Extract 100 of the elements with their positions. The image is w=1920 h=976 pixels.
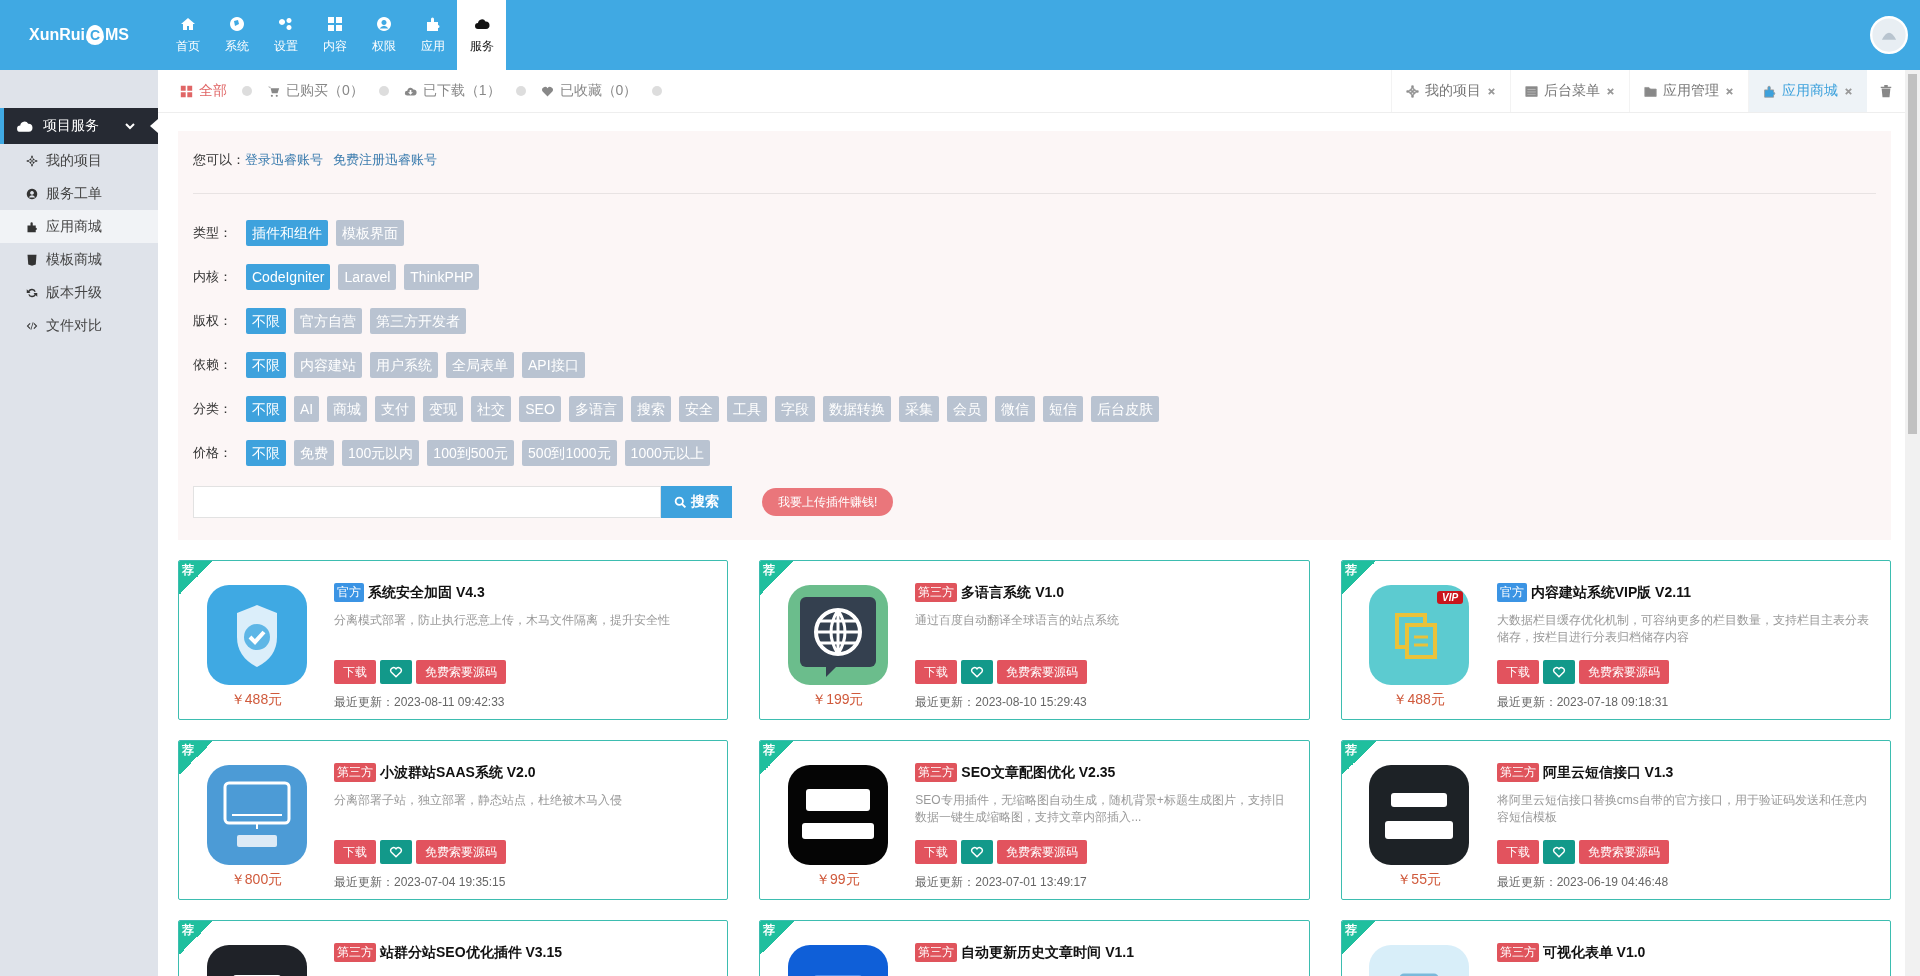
favorite-button[interactable] <box>380 840 412 864</box>
filter-option[interactable]: 字段 <box>774 396 815 422</box>
sidebar-item[interactable]: 文件对比 <box>0 309 158 342</box>
source-request-button[interactable]: 免费索要源码 <box>1578 840 1669 864</box>
close-icon[interactable] <box>1725 86 1734 96</box>
account-link[interactable]: 登录迅睿账号 <box>245 151 323 169</box>
filter-option[interactable]: 100元以内 <box>342 440 420 466</box>
filter-tab[interactable]: 已购买（0） <box>267 82 364 100</box>
plugin-title[interactable]: 内容建站系统VIP版 V2.11 <box>1530 583 1691 602</box>
filter-option[interactable]: 社交 <box>471 396 512 422</box>
trash-icon[interactable] <box>1879 84 1893 98</box>
filter-option[interactable]: 不限 <box>246 396 286 422</box>
nav-item[interactable]: 内容 <box>310 0 359 70</box>
source-request-button[interactable]: 免费索要源码 <box>1578 660 1669 684</box>
filter-option[interactable]: 全局表单 <box>446 352 514 378</box>
page-tab[interactable]: 我的项目 <box>1391 70 1510 112</box>
favorite-button[interactable] <box>1542 660 1575 684</box>
search-field[interactable] <box>193 486 661 518</box>
source-request-button[interactable]: 免费索要源码 <box>416 660 506 684</box>
download-button[interactable]: 下载 <box>915 840 958 864</box>
account-link[interactable]: 免费注册迅睿账号 <box>333 151 437 169</box>
download-button[interactable]: 下载 <box>334 840 376 864</box>
filter-option[interactable]: 500到1000元 <box>522 440 617 466</box>
filter-option[interactable]: 支付 <box>375 396 416 422</box>
scrollbar[interactable] <box>1905 70 1920 976</box>
plugin-title[interactable]: 小波群站SAAS系统 V2.0 <box>380 763 536 782</box>
filter-option[interactable]: 工具 <box>726 396 767 422</box>
filter-option[interactable]: 搜索 <box>630 396 671 422</box>
download-button[interactable]: 下载 <box>1496 660 1539 684</box>
source-request-button[interactable]: 免费索要源码 <box>997 660 1088 684</box>
favorite-button[interactable] <box>961 660 994 684</box>
download-button[interactable]: 下载 <box>1496 840 1539 864</box>
filter-option[interactable]: 商城 <box>327 396 368 422</box>
filter-option[interactable]: AI <box>294 396 320 422</box>
plugin-title[interactable]: SEO文章配图优化 V2.35 <box>961 763 1116 782</box>
plugin-title[interactable]: 可视化表单 V1.0 <box>1542 943 1646 962</box>
filter-tab[interactable]: 全部 <box>180 82 227 100</box>
download-button[interactable]: 下载 <box>334 660 376 684</box>
source-request-button[interactable]: 免费索要源码 <box>416 840 506 864</box>
nav-item[interactable]: 服务 <box>457 0 506 70</box>
plugin-title[interactable]: 自动更新历史文章时间 V1.1 <box>961 943 1135 962</box>
filter-option[interactable]: Laravel <box>338 264 397 290</box>
close-icon[interactable] <box>1844 86 1853 96</box>
plugin-title[interactable]: 站群分站SEO优化插件 V3.15 <box>380 943 563 962</box>
source-badge: 第三方 <box>1496 943 1539 962</box>
filter-option[interactable]: 数据转换 <box>822 396 891 422</box>
sidebar-group[interactable]: 项目服务 <box>0 108 158 144</box>
favorite-button[interactable] <box>1542 840 1575 864</box>
filter-option[interactable]: 不限 <box>246 352 286 378</box>
filter-option[interactable]: 免费 <box>294 440 334 466</box>
source-request-button[interactable]: 免费索要源码 <box>997 840 1088 864</box>
close-icon[interactable] <box>1606 86 1615 96</box>
filter-option[interactable]: SEO <box>519 396 561 422</box>
plugin-title[interactable]: 系统安全加固 V4.3 <box>368 583 485 602</box>
filter-tab[interactable]: 已下载（1） <box>403 82 501 100</box>
upload-button[interactable]: 我要上传插件赚钱! <box>762 488 894 516</box>
chevron-icon <box>124 120 136 132</box>
download-button[interactable]: 下载 <box>915 660 958 684</box>
logo[interactable]: XunRui C MS <box>0 0 158 70</box>
filter-option[interactable]: 100到500元 <box>427 440 515 466</box>
filter-option[interactable]: ThinkPHP <box>404 264 480 290</box>
nav-item[interactable]: 设置 <box>261 0 310 70</box>
filter-option[interactable]: 安全 <box>678 396 719 422</box>
nav-item[interactable]: 应用 <box>408 0 457 70</box>
filter-option[interactable]: 短信 <box>1042 396 1083 422</box>
plugin-title[interactable]: 多语言系统 V1.0 <box>961 583 1065 602</box>
search-button[interactable]: 搜索 <box>661 486 732 518</box>
filter-option[interactable]: 不限 <box>246 308 286 334</box>
filter-option[interactable]: 会员 <box>946 396 987 422</box>
filter-option[interactable]: 不限 <box>246 440 286 466</box>
filter-option[interactable]: 官方自营 <box>294 308 362 334</box>
page-tab[interactable]: 后台菜单 <box>1510 70 1629 112</box>
nav-item[interactable]: 首页 <box>163 0 212 70</box>
filter-option[interactable]: 后台皮肤 <box>1090 396 1159 422</box>
favorite-button[interactable] <box>380 660 412 684</box>
sidebar-item[interactable]: 版本升级 <box>0 276 158 309</box>
sidebar-item[interactable]: 模板商城 <box>0 243 158 276</box>
plugin-title[interactable]: 阿里云短信接口 V1.3 <box>1542 763 1674 782</box>
page-tab[interactable]: 应用商城 <box>1748 70 1867 112</box>
filter-option[interactable]: API接口 <box>522 352 585 378</box>
sidebar-item[interactable]: 服务工单 <box>0 177 158 210</box>
filter-option[interactable]: 多语言 <box>568 396 623 422</box>
filter-option[interactable]: 1000元以上 <box>624 440 710 466</box>
filter-tab[interactable]: 已收藏（0） <box>540 82 638 100</box>
filter-option[interactable]: 模板界面 <box>336 220 404 246</box>
sidebar-item[interactable]: 应用商城 <box>0 210 158 243</box>
nav-item[interactable]: 系统 <box>212 0 261 70</box>
close-icon[interactable] <box>1487 86 1496 96</box>
recommended-ribbon: 荐 <box>179 561 213 595</box>
filter-option[interactable]: 插件和组件 <box>246 220 328 246</box>
filter-option[interactable]: 用户系统 <box>370 352 438 378</box>
filter-option[interactable]: CodeIgniter <box>246 264 331 290</box>
filter-option[interactable]: 采集 <box>898 396 939 422</box>
sidebar-item[interactable]: 我的项目 <box>0 144 158 177</box>
filter-option[interactable]: 变现 <box>423 396 464 422</box>
nav-item[interactable]: 权限 <box>359 0 408 70</box>
avatar[interactable] <box>1870 16 1908 54</box>
favorite-button[interactable] <box>961 840 994 864</box>
filter-option[interactable]: 内容建站 <box>294 352 362 378</box>
filter-option[interactable]: 微信 <box>994 396 1035 422</box>
